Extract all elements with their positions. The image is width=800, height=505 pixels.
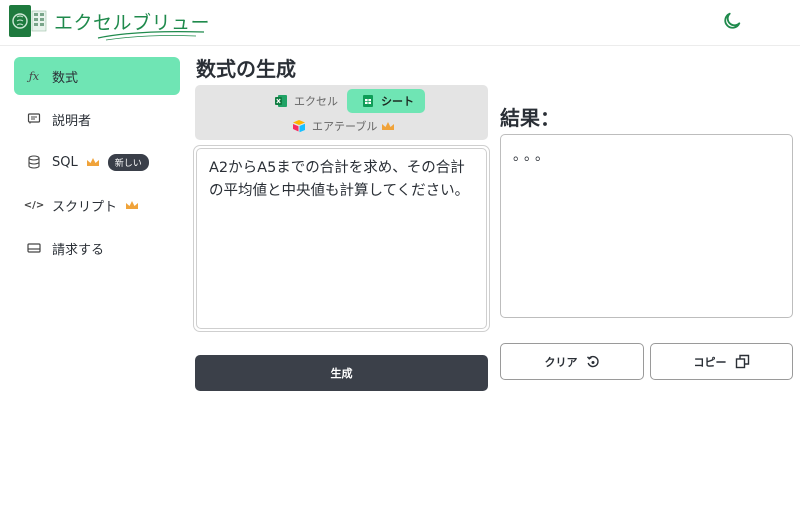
sidebar-item-billing[interactable]: 請求する	[14, 229, 180, 267]
crown-icon	[86, 158, 99, 166]
sheets-icon	[363, 95, 373, 107]
sidebar-item-formula[interactable]: ƒx 数式	[14, 57, 180, 95]
crown-icon	[382, 122, 395, 130]
clear-button[interactable]: クリア	[500, 343, 644, 380]
result-output[interactable]: 。。。	[500, 134, 793, 318]
prompt-input[interactable]: A2からA5までの合計を求め、その合計の平均値と中央値も計算してください。	[196, 148, 487, 329]
page-title: 数式の生成	[196, 57, 296, 81]
database-icon	[28, 155, 40, 169]
excel-icon	[275, 95, 287, 107]
code-icon: </>	[23, 199, 45, 211]
tab-excel[interactable]: エクセル	[270, 90, 342, 112]
platform-tabs: エクセル シート エアテーブル	[195, 85, 488, 140]
brand-underline-decoration	[97, 31, 205, 41]
new-badge: 新しい	[107, 153, 149, 171]
tab-label: エアテーブル	[312, 120, 378, 133]
tab-sheets[interactable]: シート	[347, 89, 425, 113]
copy-icon	[735, 354, 749, 369]
result-title: 結果：	[500, 106, 560, 130]
sidebar-item-label: SQL	[52, 154, 78, 170]
tab-label: シート	[381, 95, 414, 108]
excel-brain-logo-icon[interactable]	[8, 4, 48, 38]
tab-label: エクセル	[294, 95, 338, 108]
crown-icon	[126, 201, 139, 209]
sidebar-item-label: 説明者	[52, 113, 92, 129]
clear-button-label: クリア	[544, 355, 578, 369]
app-header: エクセルブリュー	[0, 0, 800, 46]
generate-button[interactable]: 生成	[195, 355, 488, 391]
tab-airtable[interactable]: エアテーブル	[292, 115, 395, 137]
prompt-input-wrapper: A2からA5までの合計を求め、その合計の平均値と中央値も計算してください。	[193, 145, 490, 332]
sidebar-item-explainer[interactable]: 説明者	[14, 100, 180, 138]
comment-icon	[27, 113, 41, 124]
copy-button-label: コピー	[693, 355, 727, 369]
sidebar-item-label: 数式	[52, 70, 79, 86]
fx-icon: ƒx	[28, 69, 40, 83]
sidebar: ƒx 数式 説明者 SQL 新しい </> スクリプト 請求する	[14, 57, 180, 272]
sidebar-item-sql[interactable]: SQL 新しい	[14, 143, 180, 181]
sidebar-item-label: スクリプト	[52, 199, 118, 215]
airtable-icon	[293, 120, 305, 133]
sidebar-item-label: 請求する	[52, 242, 105, 258]
copy-button[interactable]: コピー	[650, 343, 793, 380]
moon-icon[interactable]	[721, 10, 743, 32]
reset-icon	[586, 355, 599, 367]
billing-icon	[27, 243, 41, 253]
sidebar-item-script[interactable]: </> スクリプト	[14, 186, 180, 224]
